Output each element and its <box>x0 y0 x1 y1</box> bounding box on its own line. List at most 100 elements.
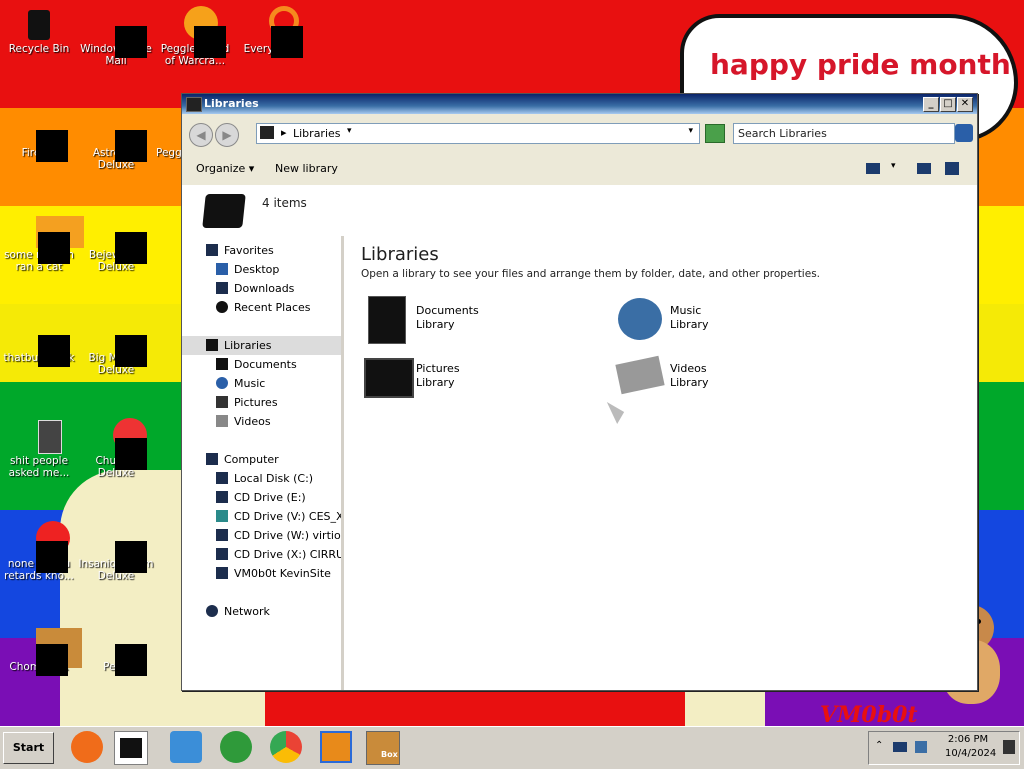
clock[interactable]: 2:06 PM 10/4/2024 <box>945 733 996 761</box>
nav-label: Pictures <box>234 396 278 409</box>
minimize-button[interactable]: _ <box>923 97 939 112</box>
network-tray-icon[interactable] <box>893 742 907 752</box>
address-field[interactable]: ▸ Libraries ▾ ▾ <box>256 123 700 144</box>
nav-music[interactable]: Music <box>182 374 341 393</box>
nav-desktop[interactable]: Desktop <box>182 260 341 279</box>
nav-libraries[interactable]: Libraries <box>182 336 341 355</box>
view-dropdown-icon[interactable]: ▾ <box>891 161 896 171</box>
action-center-icon[interactable] <box>1003 740 1015 754</box>
library-name: Music <box>670 304 702 317</box>
preview-pane-icon[interactable] <box>917 163 931 174</box>
desktop-icon-none-of-you[interactable]: none of you retards kno... <box>0 517 78 582</box>
nav-computer[interactable]: Computer <box>182 450 341 469</box>
library-pictures[interactable]: Pictures Library <box>364 354 564 400</box>
desktop-icon-peggle-partial[interactable]: Pegg <box>156 106 182 159</box>
library-documents[interactable]: Documents Library <box>364 296 564 344</box>
library-type: Library <box>416 376 455 389</box>
item-count: 4 items <box>262 196 307 210</box>
desktop-icon-bejeweled[interactable]: Bejeweled Deluxe <box>77 208 155 273</box>
change-view-icon[interactable] <box>866 163 880 174</box>
chevron-up-icon[interactable]: ⌃ <box>875 740 883 751</box>
library-music[interactable]: Music Library <box>618 296 818 342</box>
content-heading: Libraries <box>361 244 439 265</box>
signature-text: VM0b0t <box>820 702 918 728</box>
internet-download-manager-icon[interactable] <box>220 731 252 763</box>
explorer-taskbar-icon[interactable] <box>114 731 148 765</box>
network-icon <box>206 605 218 617</box>
cream-shape <box>60 470 185 726</box>
peggle-icon <box>178 6 226 58</box>
chevron-down-icon[interactable]: ▾ <box>347 126 352 136</box>
network-drive-icon <box>216 567 228 579</box>
close-button[interactable]: ✕ <box>957 97 973 112</box>
nav-cd-e[interactable]: CD Drive (E:) <box>182 488 341 507</box>
address-history-dropdown[interactable]: ▾ <box>688 126 693 136</box>
nav-downloads[interactable]: Downloads <box>182 279 341 298</box>
nav-vmbot[interactable]: VM0b0t KevinSite <box>182 564 341 583</box>
nav-videos[interactable]: Videos <box>182 412 341 431</box>
library-videos[interactable]: Videos Library <box>615 354 818 400</box>
chrome-icon[interactable] <box>270 731 302 763</box>
content-pane: Libraries Open a library to see your fil… <box>344 236 977 690</box>
file-icon <box>22 212 84 264</box>
address-chevron-icon[interactable]: ▸ <box>281 126 287 139</box>
nav-label: CD Drive (X:) CIRRUS <box>234 548 341 561</box>
libraries-icon <box>206 339 218 351</box>
virtualbox-icon[interactable] <box>320 731 352 763</box>
cd-drive-icon <box>216 491 228 503</box>
nav-documents[interactable]: Documents <box>182 355 341 374</box>
desktop-icon-big-money[interactable]: Big Money Deluxe <box>77 311 155 376</box>
desktop-icon-shit-people[interactable]: shit people asked me... <box>0 414 78 479</box>
nav-cd-v[interactable]: CD Drive (V:) CES_X64 <box>182 507 341 526</box>
search-icon[interactable] <box>955 124 973 142</box>
nav-label: CD Drive (W:) virtio-w <box>234 529 341 542</box>
title-bar[interactable]: Libraries _ □ ✕ <box>182 94 977 114</box>
forward-button[interactable]: ▶ <box>215 123 239 147</box>
desktop-icon-peggle-wow[interactable]: Peggle World of Warcra... <box>156 2 234 67</box>
maximize-button[interactable]: □ <box>940 97 956 112</box>
help-icon[interactable] <box>945 162 959 175</box>
nav-pictures[interactable]: Pictures <box>182 393 341 412</box>
nav-favorites[interactable]: Favorites <box>182 241 341 260</box>
volume-icon[interactable] <box>915 741 927 753</box>
search-input[interactable]: Search Libraries <box>733 123 955 144</box>
opera-icon <box>22 521 70 573</box>
back-button[interactable]: ◀ <box>189 123 213 147</box>
nav-network[interactable]: Network <box>182 602 341 621</box>
desktop-icon-chuzzle[interactable]: Chuzzle Deluxe <box>77 414 155 479</box>
address-text[interactable]: Libraries <box>293 127 341 140</box>
refresh-icon[interactable] <box>705 124 725 143</box>
nav-local-disk[interactable]: Local Disk (C:) <box>182 469 341 488</box>
desktop-icon-astropop[interactable]: AstroPop Deluxe <box>77 106 155 171</box>
nav-label: Downloads <box>234 282 295 295</box>
desktop-icon-everything[interactable]: Everything <box>233 2 311 58</box>
desktop-icon-insaniquarium[interactable]: Insaniquarium Deluxe <box>77 517 155 582</box>
new-library-button[interactable]: New library <box>275 162 338 175</box>
videos-icon <box>216 415 228 427</box>
desktop-icon-peggle-2[interactable]: Pegg <box>77 620 155 676</box>
desktop-icon-recycle-bin[interactable]: Recycle Bin <box>0 2 78 55</box>
time: 2:06 PM <box>947 734 989 745</box>
organize-button[interactable]: Organize ▾ <box>196 162 254 175</box>
chuzzle-icon <box>99 418 147 470</box>
nav-cd-x[interactable]: CD Drive (X:) CIRRUS <box>182 545 341 564</box>
chomikbox-taskbar-icon[interactable]: Box <box>366 731 400 765</box>
computer-icon <box>206 453 218 465</box>
nav-label: Desktop <box>234 263 280 276</box>
start-button[interactable]: Start <box>3 732 54 764</box>
details-header: 4 items <box>182 185 977 237</box>
desktop-icon-firefox[interactable]: Firefox <box>0 106 78 162</box>
desktop-icon-thatbucks[interactable]: thatbucks.lnk <box>0 311 78 367</box>
nav-recent-places[interactable]: Recent Places <box>182 298 341 317</box>
desktop-icon-chomikbox[interactable]: ChomikBox <box>0 620 82 676</box>
nav-cd-w[interactable]: CD Drive (W:) virtio-w <box>182 526 341 545</box>
desktop-icon-windows-live-mail[interactable]: Windows Live Mail <box>77 2 155 67</box>
nav-label: Recent Places <box>234 301 311 314</box>
media-player-icon[interactable] <box>170 731 202 763</box>
bubble-text: happy pride month <box>710 48 1011 81</box>
nav-label: Music <box>234 377 266 390</box>
chomikbox-label: Box <box>381 750 398 759</box>
library-type: Library <box>416 318 455 331</box>
firefox-taskbar-icon[interactable] <box>71 731 103 763</box>
desktop-icon-russian-cat[interactable]: some russian ran a cat <box>0 208 84 273</box>
